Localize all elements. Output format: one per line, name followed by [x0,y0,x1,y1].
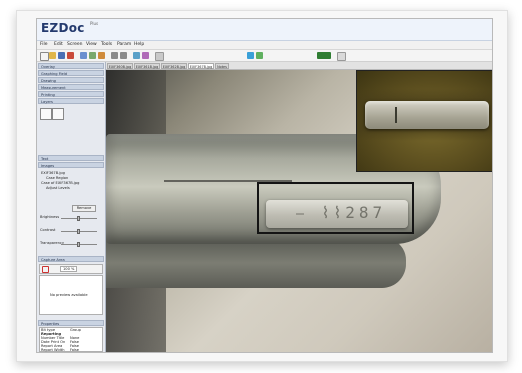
document-tabs: EXIF360B.jpg EXIF361B.jpg EXIF362B.jpg E… [106,62,492,70]
open-icon[interactable] [49,52,56,59]
tab-image[interactable]: EXIF360B.jpg [107,63,133,69]
help-icon[interactable] [256,52,263,59]
image-viewport[interactable]: ⎯ ⌇⌇287 [106,70,492,352]
app-logo-suffix: Plus [90,21,99,26]
grid-icon[interactable] [133,52,140,59]
section-measurement[interactable]: Measurement [38,84,104,90]
section-drawing[interactable]: Drawing [38,77,104,83]
layer-thumbnail[interactable] [40,108,52,120]
layout-icon[interactable] [337,52,346,61]
tree-item[interactable]: Case Region [46,176,68,180]
section-graphing-field[interactable]: Graphing Field [38,70,104,76]
section-overlay[interactable]: Overlay [38,63,104,69]
text-icon[interactable] [142,52,149,59]
brightness-thumb[interactable] [77,216,80,221]
inset-scratch [395,107,397,123]
preview-size[interactable]: 100 % [60,266,78,272]
menu-screen[interactable]: Screen [67,42,82,47]
undo-icon[interactable] [111,52,118,59]
section-printing[interactable]: Printing [38,91,104,97]
preview-toolbar: 100 % [39,264,103,274]
save-icon[interactable] [58,52,65,59]
zoom-icon[interactable] [89,52,96,59]
palette-icon[interactable] [155,52,164,61]
menu-file[interactable]: File [40,42,48,47]
tree-item[interactable]: Case of EXIF367B.jpg [41,181,79,185]
new-icon[interactable] [40,52,49,61]
wrench-lower-jaw [106,238,406,288]
menu-tools[interactable]: Tools [101,42,112,47]
tab-notes[interactable]: Notes [215,63,229,69]
preview-message: No preview available [50,293,88,297]
section-properties[interactable]: Properties [38,320,104,326]
capture-icon[interactable] [80,52,87,59]
highlight-icon[interactable] [317,52,331,59]
preview-area: No preview available [39,275,103,315]
redo-icon[interactable] [120,52,127,59]
settings-icon[interactable] [247,52,254,59]
close-icon[interactable] [67,52,74,59]
property-value[interactable]: False [70,348,79,352]
section-capture-area[interactable]: Capture Area [38,256,104,262]
brightness-label: Brightness [40,215,60,219]
app-window: EZDoc Plus File Edit Screen View Tools P… [36,18,493,353]
app-logo: EZDoc [41,21,85,35]
property-key: Report Width [41,348,65,352]
menu-bar: File Edit Screen View Tools Param Help [37,41,492,50]
selection-rectangle[interactable] [257,182,414,234]
tree-item[interactable]: EXIF367B.jpg [41,171,65,175]
remove-button[interactable]: Remove [72,205,96,212]
properties-grid: Bit type Group Reporting Number Title No… [39,327,103,352]
record-icon[interactable] [42,266,49,273]
tab-image[interactable]: EXIF361B.jpg [134,63,160,69]
tab-image-active[interactable]: EXIF367B.jpg [188,63,214,69]
zoom-inset[interactable] [356,70,492,172]
section-layers[interactable]: Layers [38,98,104,104]
menu-param[interactable]: Param [117,42,131,47]
tab-image[interactable]: EXIF362B.jpg [161,63,187,69]
toolbar [37,50,492,62]
title-bar: EZDoc Plus [37,19,492,41]
property-value[interactable]: Group [70,328,81,332]
menu-view[interactable]: View [86,42,97,47]
menu-edit[interactable]: Edit [54,42,63,47]
transparency-thumb[interactable] [77,242,80,247]
measure-icon[interactable] [98,52,105,59]
left-panel: Overlay Graphing Field Drawing Measureme… [37,62,106,352]
section-images[interactable]: Images [38,162,104,168]
contrast-label: Contrast [40,228,56,232]
layer-thumbnail-2[interactable] [52,108,64,120]
tree-item[interactable]: Adjust Levels [46,186,70,190]
inset-serial-plate [365,101,489,129]
contrast-thumb[interactable] [77,229,80,234]
section-text[interactable]: Text [38,155,104,161]
menu-help[interactable]: Help [134,42,144,47]
